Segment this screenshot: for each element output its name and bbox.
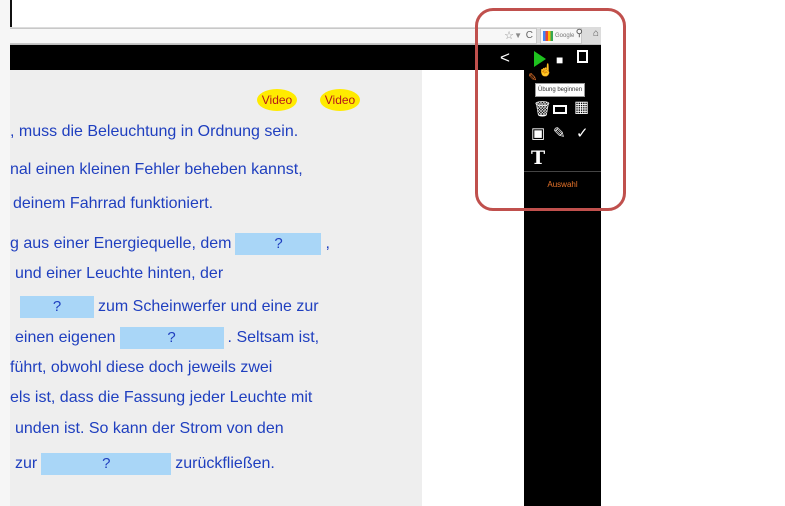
text-line: zur? zurückfließen.: [15, 453, 275, 475]
text-line: ? zum Scheinwerfer und eine zur: [10, 296, 319, 318]
text-line: und einer Leuchte hinten, der: [15, 265, 224, 282]
text-segment: g aus einer Energiequelle, dem: [10, 235, 232, 253]
gap-field-2[interactable]: ?: [20, 296, 94, 318]
text-segment: zurückfließen.: [175, 455, 275, 473]
toolbar-highlight-frame: [475, 8, 626, 211]
text-line: , muss die Beleuchtung in Ordnung sein.: [10, 123, 299, 140]
text-line: führt, obwohl diese doch jeweils zwei: [10, 359, 273, 376]
text-segment: einen eigenen: [15, 329, 116, 347]
text-segment: zur: [15, 455, 38, 473]
address-bar[interactable]: ☆ ▼ C: [10, 28, 537, 44]
video-button-2[interactable]: Video: [320, 89, 360, 111]
gap-field-3[interactable]: ?: [119, 327, 224, 349]
text-line: deinem Fahrrad funktioniert.: [13, 195, 214, 212]
text-line: nal einen kleinen Fehler beheben kannst,: [10, 161, 303, 178]
text-segment: ,: [325, 235, 330, 253]
gap-field-4[interactable]: ?: [41, 453, 172, 475]
text-line: unden ist. So kann der Strom von den: [15, 420, 284, 437]
video-button-1[interactable]: Video: [257, 89, 297, 111]
gap-field-1[interactable]: ?: [235, 233, 322, 255]
text-line: einen eigenen?. Seltsam ist,: [15, 327, 319, 349]
text-line: g aus einer Energiequelle, dem?,: [10, 233, 330, 255]
exercise-content: Video Video , muss die Beleuchtung in Or…: [10, 70, 422, 506]
text-line: els ist, dass die Fassung jeder Leuchte …: [10, 389, 313, 406]
text-segment: . Seltsam ist,: [227, 329, 320, 347]
text-segment: zum Scheinwerfer und eine zur: [98, 298, 319, 316]
